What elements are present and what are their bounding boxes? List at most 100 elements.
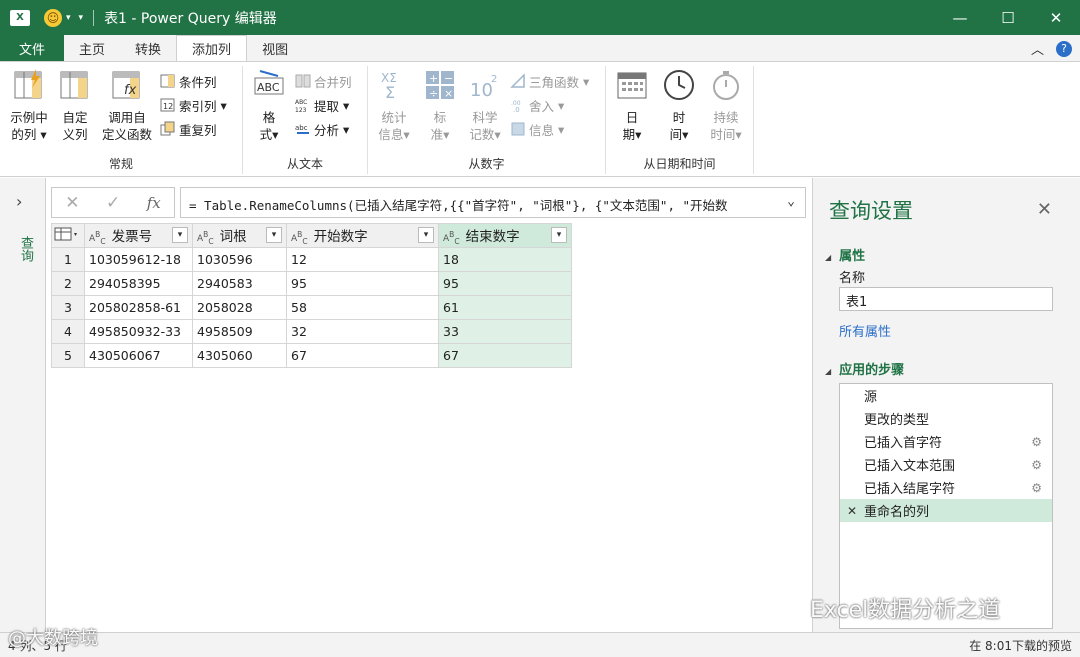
column-from-examples-button[interactable]: 示例中 的列 ▾ bbox=[4, 66, 54, 143]
step-item[interactable]: 更改的类型 bbox=[840, 407, 1052, 430]
table-cell[interactable]: 205802858-61 bbox=[84, 295, 193, 320]
svg-text:2: 2 bbox=[491, 74, 497, 85]
group-label-from-text: 从文本 bbox=[286, 157, 323, 171]
merge-columns-button[interactable]: 合并列 bbox=[295, 70, 352, 92]
table-cell[interactable]: 430506067 bbox=[84, 343, 193, 368]
table-cell[interactable]: 4958509 bbox=[192, 319, 287, 344]
extract-button[interactable]: ABC 123 提取 ▾ bbox=[295, 94, 349, 116]
function-fx-icon[interactable]: fx bbox=[147, 194, 161, 212]
format-button[interactable]: ABC 格 式▾ bbox=[249, 66, 289, 143]
table-cell[interactable]: 495850932-33 bbox=[84, 319, 193, 344]
tab-home[interactable]: 主页 bbox=[64, 35, 120, 61]
table-cell[interactable]: 294058395 bbox=[84, 271, 193, 296]
close-pane-icon[interactable]: ✕ bbox=[1037, 199, 1052, 220]
properties-section-header[interactable]: ◢ 属性 bbox=[825, 245, 865, 264]
gear-icon[interactable]: ⚙ bbox=[1031, 435, 1042, 449]
tab-file[interactable]: 文件 bbox=[0, 35, 65, 61]
table-cell[interactable]: 67 bbox=[438, 343, 572, 368]
trigonometry-button[interactable]: 三角函数 ▾ bbox=[510, 70, 589, 92]
text-type-icon[interactable]: ABC bbox=[443, 230, 460, 246]
filter-dropdown-icon[interactable]: ▾ bbox=[172, 227, 188, 244]
status-bar: 4 列、5 行 在 8:01下载的预览 bbox=[0, 632, 1080, 657]
confirm-formula-icon[interactable]: ✓ bbox=[106, 193, 120, 213]
table-cell[interactable]: 12 bbox=[286, 247, 439, 272]
conditional-column-button[interactable]: 条件列 bbox=[160, 70, 217, 92]
table-cell[interactable]: 61 bbox=[438, 295, 572, 320]
tab-view[interactable]: 视图 bbox=[247, 35, 303, 61]
filter-dropdown-icon[interactable]: ▾ bbox=[551, 227, 567, 244]
gear-icon[interactable]: ⚙ bbox=[1031, 481, 1042, 495]
group-label-from-number: 从数字 bbox=[468, 157, 505, 171]
maximize-button[interactable]: ☐ bbox=[984, 0, 1032, 35]
filter-dropdown-icon[interactable]: ▾ bbox=[266, 227, 282, 244]
number-info-button[interactable]: 信息 ▾ bbox=[510, 118, 564, 140]
queries-label[interactable]: 查询 bbox=[16, 236, 35, 262]
tab-add-column[interactable]: 添加列 bbox=[176, 35, 248, 61]
applied-steps-header[interactable]: ◢ 应用的步骤 bbox=[825, 359, 904, 378]
table-cell[interactable]: 95 bbox=[438, 271, 572, 296]
date-button[interactable]: 日 期▾ bbox=[612, 66, 652, 143]
tab-transform[interactable]: 转换 bbox=[120, 35, 176, 61]
time-button[interactable]: 时 间▾ bbox=[658, 66, 700, 143]
clock-icon bbox=[664, 70, 694, 100]
table-cell[interactable]: 95 bbox=[286, 271, 439, 296]
formula-bar-buttons: ✕ ✓ fx bbox=[51, 187, 175, 218]
standard-button[interactable]: + − ÷ × 标 准▾ bbox=[420, 66, 460, 143]
step-item-selected[interactable]: ✕ 重命名的列 bbox=[840, 499, 1052, 522]
svg-text:.0: .0 bbox=[513, 106, 520, 113]
duplicate-column-button[interactable]: 重复列 bbox=[160, 118, 217, 140]
expand-formula-icon[interactable]: ⌄ bbox=[783, 194, 799, 210]
step-item[interactable]: 源 bbox=[840, 384, 1052, 407]
formula-input[interactable]: = Table.RenameColumns(已插入结尾字符,{{"首字符", "… bbox=[180, 187, 806, 218]
duration-button[interactable]: 持续 时间▾ bbox=[704, 66, 748, 143]
rounding-button[interactable]: .00.0 舍入 ▾ bbox=[510, 94, 564, 116]
table-cell[interactable]: 32 bbox=[286, 319, 439, 344]
feedback-dropdown-icon[interactable]: ▾ bbox=[66, 13, 71, 23]
table-cell[interactable]: 18 bbox=[438, 247, 572, 272]
table-cell[interactable]: 58 bbox=[286, 295, 439, 320]
table-cell[interactable]: 33 bbox=[438, 319, 572, 344]
text-type-icon[interactable]: ABC bbox=[291, 230, 308, 246]
delete-step-icon[interactable]: ✕ bbox=[847, 504, 857, 518]
column-header-invoice[interactable]: ABC 发票号 ▾ bbox=[84, 223, 193, 248]
help-icon[interactable]: ? bbox=[1056, 40, 1072, 57]
minimize-button[interactable]: — bbox=[936, 0, 984, 35]
parse-button[interactable]: abc 分析 ▾ bbox=[295, 118, 349, 140]
table-cell[interactable]: 1030596 bbox=[192, 247, 287, 272]
collapse-ribbon-icon[interactable]: ︿ bbox=[1031, 39, 1044, 58]
text-type-icon[interactable]: ABC bbox=[197, 230, 214, 246]
all-properties-link[interactable]: 所有属性 bbox=[839, 321, 891, 340]
rounding-icon: .00.0 bbox=[511, 100, 521, 113]
column-header-start-number[interactable]: ABC 开始数字 ▾ bbox=[286, 223, 439, 248]
table-cell[interactable]: 67 bbox=[286, 343, 439, 368]
invoke-custom-function-button[interactable]: fx 调用自 定义函数 bbox=[96, 66, 158, 143]
smiley-feedback-icon[interactable]: ☺ bbox=[44, 8, 62, 27]
table-cell[interactable]: 2058028 bbox=[192, 295, 287, 320]
collapse-triangle-icon: ◢ bbox=[825, 253, 832, 262]
table-cell[interactable]: 2940583 bbox=[192, 271, 287, 296]
close-button[interactable]: ✕ bbox=[1032, 0, 1080, 35]
table-cell[interactable]: 4305060 bbox=[192, 343, 287, 368]
svg-text:ABC: ABC bbox=[295, 99, 307, 106]
scientific-button[interactable]: 10 2 科学 记数▾ bbox=[464, 66, 506, 143]
query-name-input[interactable]: 表1 bbox=[839, 287, 1053, 311]
trigonometry-icon bbox=[510, 73, 525, 88]
gear-icon[interactable]: ⚙ bbox=[1031, 458, 1042, 472]
filter-dropdown-icon[interactable]: ▾ bbox=[418, 227, 434, 244]
text-type-icon[interactable]: ABC bbox=[89, 230, 106, 246]
svg-text:−: − bbox=[444, 72, 453, 85]
index-column-button[interactable]: 12 索引列 ▾ bbox=[160, 94, 227, 116]
formula-text: = Table.RenameColumns(已插入结尾字符,{{"首字符", "… bbox=[189, 198, 728, 213]
step-item[interactable]: 已插入文本范围 ⚙ bbox=[840, 453, 1052, 476]
table-menu-cell[interactable] bbox=[51, 223, 85, 248]
column-header-end-number[interactable]: ABC 结束数字 ▾ bbox=[438, 223, 572, 248]
custom-column-button[interactable]: 自定 义列 bbox=[56, 66, 94, 143]
step-item[interactable]: 已插入首字符 ⚙ bbox=[840, 430, 1052, 453]
step-item[interactable]: 已插入结尾字符 ⚙ bbox=[840, 476, 1052, 499]
expand-queries-icon[interactable]: › bbox=[16, 192, 22, 211]
table-cell[interactable]: 103059612-18 bbox=[84, 247, 193, 272]
cancel-formula-icon[interactable]: ✕ bbox=[65, 193, 79, 213]
statistics-button[interactable]: XΣ Σ 统计 信息▾ bbox=[372, 66, 416, 143]
column-header-root[interactable]: ABC 词根 ▾ bbox=[192, 223, 287, 248]
quick-access-dropdown-icon[interactable]: ▾ bbox=[79, 13, 84, 23]
